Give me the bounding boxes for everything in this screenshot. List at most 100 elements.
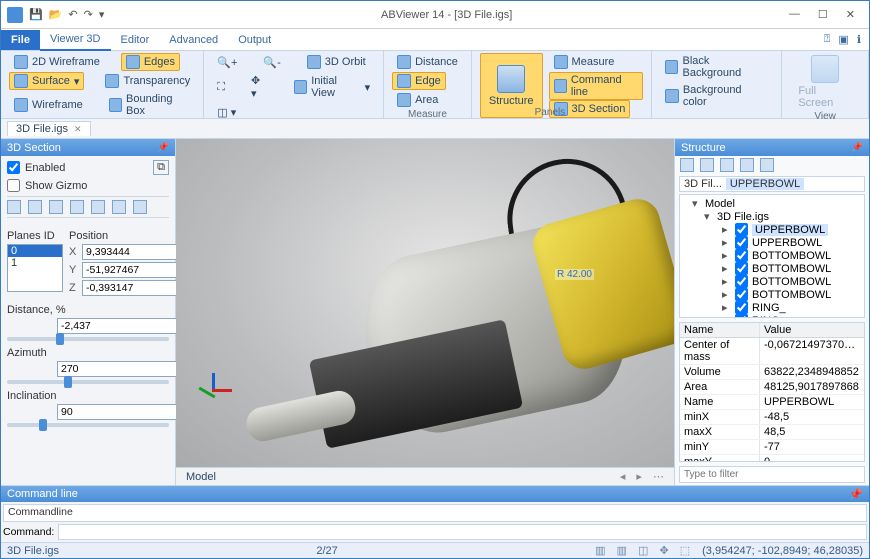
info-icon[interactable]: ℹ bbox=[857, 33, 861, 46]
file-tab-bar: 3D File.igs✕ bbox=[1, 119, 869, 139]
structure-tool-4[interactable] bbox=[740, 158, 754, 172]
slider-inclination[interactable] bbox=[7, 423, 169, 427]
qat-undo-icon[interactable]: ↶ bbox=[68, 8, 77, 21]
property-row: maxX48,5 bbox=[680, 425, 864, 440]
structure-tool-2[interactable] bbox=[700, 158, 714, 172]
btn-3d-orbit[interactable]: 3D Orbit bbox=[302, 53, 371, 71]
qat-save-icon[interactable]: 💾 bbox=[29, 8, 43, 21]
tree-node[interactable]: ▸BOTTOMBOWL bbox=[682, 288, 862, 301]
window-title: ABViewer 14 - [3D File.igs] bbox=[104, 9, 789, 21]
btn-distance[interactable]: Distance bbox=[392, 53, 463, 71]
btn-edges[interactable]: Edges bbox=[121, 53, 180, 71]
viewport-tab-model[interactable]: Model bbox=[176, 471, 226, 483]
app-icon bbox=[7, 7, 23, 23]
pin-icon[interactable]: 📌 bbox=[158, 142, 169, 153]
structure-tree[interactable]: ▾Model ▾3D File.igs ▸UPPERBOWL ▸UPPERBOW… bbox=[679, 194, 865, 318]
ribbon: 2D Wireframe Edges Surface ▾ Transparenc… bbox=[1, 51, 869, 119]
section-tool-6[interactable] bbox=[112, 200, 126, 214]
close-tab-icon[interactable]: ✕ bbox=[74, 124, 82, 135]
section-toolbar bbox=[7, 196, 169, 218]
col-name[interactable]: Name bbox=[680, 323, 760, 337]
file-tab[interactable]: 3D File.igs✕ bbox=[7, 121, 91, 136]
btn-edge[interactable]: Edge bbox=[392, 72, 446, 90]
status-coords: (3,954247; -102,8949; 46,28035) bbox=[702, 545, 863, 557]
btn-background-color[interactable]: Background color bbox=[660, 82, 773, 110]
tree-node[interactable]: ▸UPPERBOWL bbox=[682, 236, 862, 249]
filter-input[interactable] bbox=[679, 466, 865, 483]
viewport: R 42.00 72.00 Model ◂ ▸ ⋯ bbox=[176, 139, 674, 485]
btn-2d-wireframe[interactable]: 2D Wireframe bbox=[9, 53, 105, 71]
maximize-button[interactable]: ☐ bbox=[818, 8, 828, 21]
help-icon[interactable]: ⍰ bbox=[824, 33, 831, 46]
structure-tool-5[interactable] bbox=[760, 158, 774, 172]
ribbon-min-icon[interactable]: ▣ bbox=[838, 33, 848, 46]
zoom-out-icon[interactable]: 🔍- bbox=[258, 54, 285, 71]
panel-3d-section-header[interactable]: 3D Section📌 bbox=[1, 139, 175, 156]
pin-icon[interactable]: 📌 bbox=[849, 488, 863, 501]
property-row: minY-77 bbox=[680, 440, 864, 455]
commandline-input[interactable] bbox=[58, 524, 867, 540]
btn-black-background[interactable]: Black Background bbox=[660, 53, 773, 81]
status-page: 2/27 bbox=[59, 545, 595, 557]
lbl-azimuth: Azimuth bbox=[7, 347, 169, 359]
views-icon[interactable]: ◫ ▾ bbox=[212, 104, 241, 121]
btn-measure-panel[interactable]: Measure bbox=[549, 53, 620, 71]
tree-node[interactable]: ▸RING_ bbox=[682, 301, 862, 314]
canvas-3d[interactable]: R 42.00 72.00 bbox=[176, 139, 674, 467]
status-icons[interactable]: ▥ ▥ ◫ ✥ ⬚ bbox=[595, 544, 694, 557]
tree-node[interactable]: ▸BOTTOMBOWL bbox=[682, 275, 862, 288]
section-tool-1[interactable] bbox=[7, 200, 21, 214]
btn-initial-view[interactable]: Initial View ▾ bbox=[289, 73, 375, 101]
minimize-button[interactable]: — bbox=[789, 8, 800, 21]
section-settings-icon[interactable]: ⧉ bbox=[153, 160, 169, 175]
section-tool-4[interactable] bbox=[70, 200, 84, 214]
btn-full-screen[interactable]: Full Screen bbox=[790, 53, 860, 111]
model-geometry bbox=[246, 199, 666, 467]
commandline-output: Commandline bbox=[3, 504, 867, 522]
section-tool-7[interactable] bbox=[133, 200, 147, 214]
tab-advanced[interactable]: Advanced bbox=[159, 30, 228, 50]
tab-file[interactable]: File bbox=[1, 30, 40, 50]
btn-transparency[interactable]: Transparency bbox=[100, 72, 195, 90]
btn-surface[interactable]: Surface ▾ bbox=[9, 72, 84, 90]
tab-output[interactable]: Output bbox=[228, 30, 281, 50]
chk-enabled[interactable] bbox=[7, 161, 20, 174]
title-bar: 💾 📂 ↶ ↷ ▾ ABViewer 14 - [3D File.igs] — … bbox=[1, 1, 869, 29]
commandline-header[interactable]: Command line bbox=[7, 488, 78, 500]
btn-command-line[interactable]: Command line bbox=[549, 72, 643, 100]
btn-wireframe[interactable]: Wireframe bbox=[9, 96, 88, 114]
tree-node[interactable]: ▸UPPERBOWL bbox=[682, 223, 862, 236]
tab-editor[interactable]: Editor bbox=[111, 30, 160, 50]
slider-distance[interactable] bbox=[7, 337, 169, 341]
slider-azimuth[interactable] bbox=[7, 380, 169, 384]
tree-node[interactable]: ▸BOTTOMBOWL bbox=[682, 249, 862, 262]
lbl-planes-id: Planes ID bbox=[7, 230, 63, 242]
section-tool-2[interactable] bbox=[28, 200, 42, 214]
menu-bar: File Viewer 3D Editor Advanced Output ⍰ … bbox=[1, 29, 869, 51]
qat-redo-icon[interactable]: ↷ bbox=[84, 8, 93, 21]
lbl-distance: Distance, % bbox=[7, 304, 169, 316]
chk-show-gizmo[interactable] bbox=[7, 179, 20, 192]
property-row: Center of mass-0,06721497370271 1... bbox=[680, 338, 864, 365]
breadcrumb[interactable]: 3D Fil...UPPERBOWL bbox=[679, 176, 865, 192]
tree-node[interactable]: ▸BOTTOMBOWL bbox=[682, 262, 862, 275]
qat-open-icon[interactable]: 📂 bbox=[49, 8, 63, 21]
structure-tool-3[interactable] bbox=[720, 158, 734, 172]
pin-icon[interactable]: 📌 bbox=[852, 142, 863, 153]
btn-area[interactable]: Area bbox=[392, 91, 443, 109]
tab-viewer-3d[interactable]: Viewer 3D bbox=[40, 29, 111, 51]
tree-node[interactable]: ▸RING_ bbox=[682, 314, 862, 318]
btn-bounding-box[interactable]: Bounding Box bbox=[104, 91, 196, 119]
close-button[interactable]: ✕ bbox=[846, 8, 855, 21]
viewport-tab-nav[interactable]: ◂ ▸ ⋯ bbox=[620, 470, 674, 483]
planes-id-list[interactable]: 0 1 bbox=[7, 244, 63, 292]
zoom-in-icon[interactable]: 🔍+ bbox=[212, 54, 242, 71]
pan-icon[interactable]: ✥ ▾ bbox=[246, 72, 273, 102]
structure-header[interactable]: Structure📌 bbox=[675, 139, 869, 156]
section-tool-5[interactable] bbox=[91, 200, 105, 214]
status-file: 3D File.igs bbox=[1, 545, 59, 557]
structure-tool-1[interactable] bbox=[680, 158, 694, 172]
fit-icon[interactable]: ⛶ bbox=[212, 79, 230, 96]
col-value[interactable]: Value bbox=[760, 323, 864, 337]
section-tool-3[interactable] bbox=[49, 200, 63, 214]
